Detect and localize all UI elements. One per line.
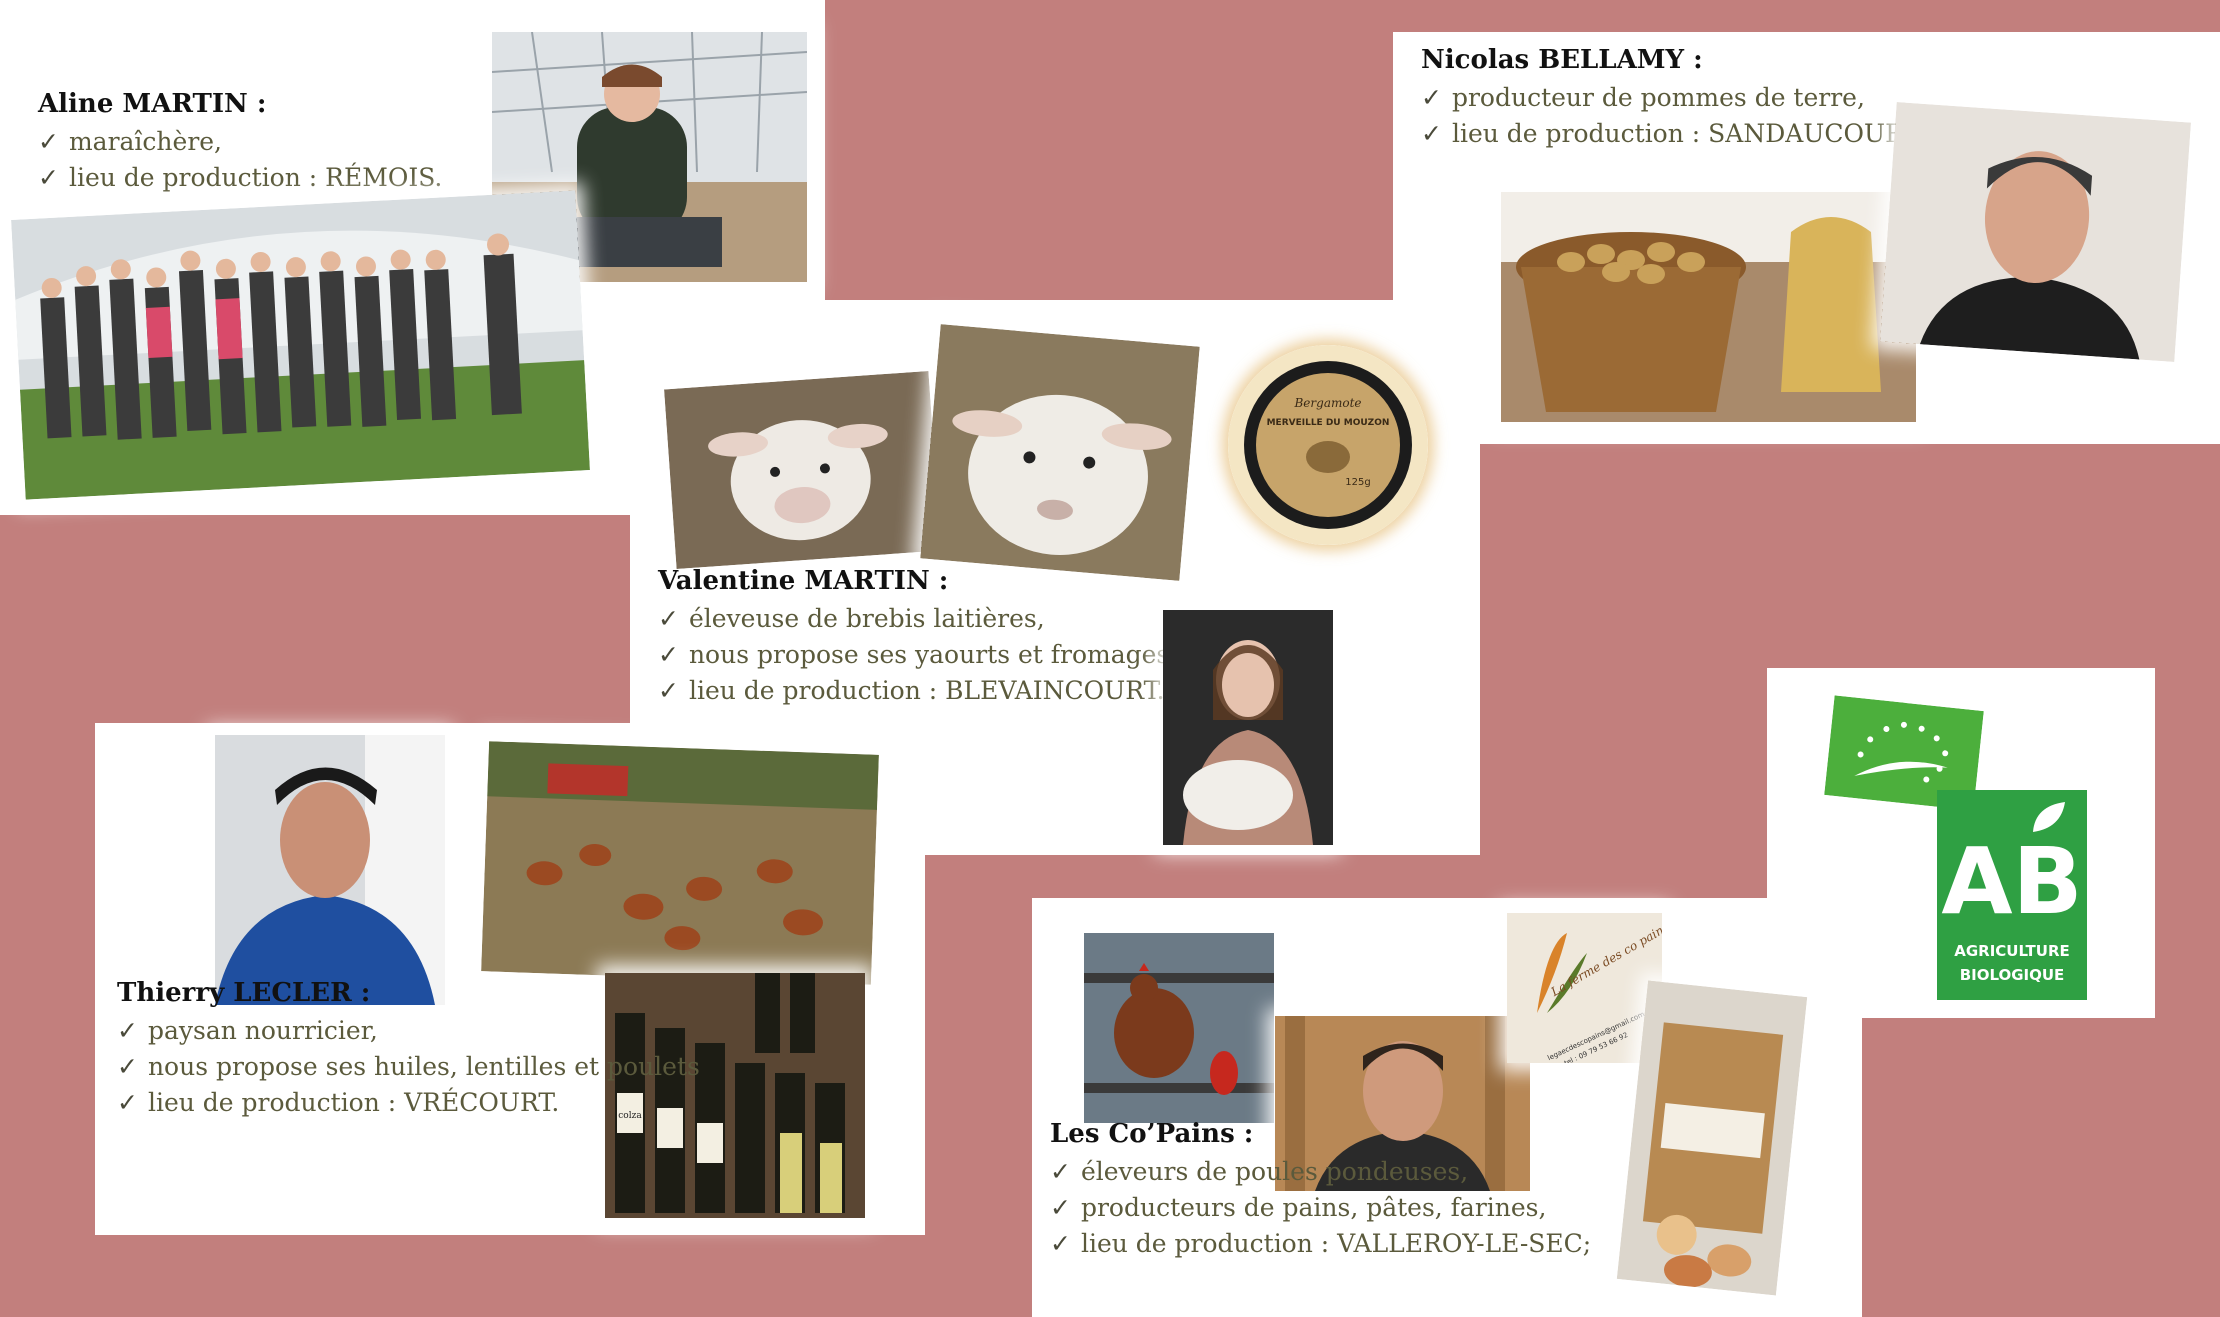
jar-line-1: Bergamote <box>1293 396 1361 410</box>
ferme-copains-logo-photo: La ferme des co pains legaecdescopains@g… <box>1507 913 1662 1063</box>
copains-text: Les Co’Pains : ✓ éleveurs de poules ponde… <box>1050 1116 1591 1262</box>
nicolas-text: Nicolas BELLAMY : ✓ producteur de pommes … <box>1421 42 1924 152</box>
thierry-text: Thierry LECLER : ✓ paysan nourricier, ✓ no… <box>117 975 700 1121</box>
check-icon: ✓ <box>658 640 679 669</box>
card-thierry-lecler: colza Thierry LECLER : ✓ paysan nourricie… <box>95 723 925 1235</box>
copains-line-3-text: lieu de production : VALLEROY-LE-SEC; <box>1080 1229 1592 1258</box>
valentine-line-2: ✓ nous propose ses yaourts et fromages, <box>658 637 1177 673</box>
valentine-line-1: ✓ éleveuse de brebis laitières, <box>658 601 1177 637</box>
ab-logo-text: AB <box>1941 828 2083 935</box>
check-icon: ✓ <box>117 1052 138 1081</box>
thierry-line-1-text: paysan nourricier, <box>147 1016 378 1045</box>
nicolas-line-1: ✓ producteur de pommes de terre, <box>1421 80 1924 116</box>
nicolas-line-2: ✓ lieu de production : SANDAUCOURT. <box>1421 116 1924 152</box>
check-icon: ✓ <box>658 604 679 633</box>
copains-name: Les Co’Pains : <box>1050 1119 1254 1149</box>
copains-line-2: ✓ producteurs de pains, pâtes, farines, <box>1050 1190 1591 1226</box>
hen-photo <box>1084 933 1274 1123</box>
potato-basket-photo <box>1501 192 1916 422</box>
valentine-text: Valentine MARTIN : ✓ éleveuse de brebis l… <box>658 563 1177 709</box>
check-icon: ✓ <box>1421 119 1442 148</box>
nicolas-line-1-text: producteur de pommes de terre, <box>1451 83 1865 112</box>
copains-line-1-text: éleveurs de poules pondeuses, <box>1080 1157 1469 1186</box>
jar-line-3: 125g <box>1345 477 1370 488</box>
aline-line-1: ✓ maraîchère, <box>38 124 442 160</box>
copains-line-3: ✓ lieu de production : VALLEROY-LE-SEC; <box>1050 1226 1591 1262</box>
aline-line-2-text: lieu de production : RÉMOIS. <box>68 163 443 192</box>
aline-name: Aline MARTIN : <box>38 89 267 119</box>
thierry-line-2-text: nous propose ses huiles, lentilles et po… <box>147 1052 700 1081</box>
valentine-lamb-photo <box>1163 610 1333 845</box>
check-icon: ✓ <box>38 163 59 192</box>
check-icon: ✓ <box>1421 83 1442 112</box>
card-les-copains: La ferme des co pains legaecdescopains@g… <box>1032 898 1862 1317</box>
cheese-jar-photo: Bergamote MERVEILLE DU MOUZON 125g <box>1228 345 1428 545</box>
check-icon: ✓ <box>117 1088 138 1117</box>
aline-line-2: ✓ lieu de production : RÉMOIS. <box>38 160 442 196</box>
check-icon: ✓ <box>38 127 59 156</box>
ab-line-1: AGRICULTURE <box>1954 942 2070 960</box>
thierry-portrait-photo <box>215 735 445 1005</box>
thierry-line-3-text: lieu de production : VRÉCOURT. <box>147 1088 560 1117</box>
valentine-line-2-text: nous propose ses yaourts et fromages, <box>688 640 1178 669</box>
group-photo <box>11 190 590 500</box>
valentine-line-1-text: éleveuse de brebis laitières, <box>688 604 1045 633</box>
jar-line-2: MERVEILLE DU MOUZON <box>1267 418 1390 428</box>
thierry-name: Thierry LECLER : <box>117 978 371 1008</box>
valentine-name: Valentine MARTIN : <box>658 566 949 596</box>
check-icon: ✓ <box>658 676 679 705</box>
aline-line-1-text: maraîchère, <box>68 127 223 156</box>
aline-text: Aline MARTIN : ✓ maraîchère, ✓ lieu de pro… <box>38 86 442 196</box>
leaf-icon <box>2029 798 2069 834</box>
sheep-photo-1 <box>664 370 941 570</box>
nicolas-portrait-photo <box>1879 102 2192 362</box>
copains-line-1: ✓ éleveurs de poules pondeuses, <box>1050 1154 1591 1190</box>
nicolas-line-2-text: lieu de production : SANDAUCOURT. <box>1451 119 1925 148</box>
check-icon: ✓ <box>1050 1157 1071 1186</box>
chickens-field-photo <box>481 741 879 985</box>
check-icon: ✓ <box>1050 1193 1071 1222</box>
pasta-bag-photo <box>1616 980 1808 1296</box>
thierry-line-3: ✓ lieu de production : VRÉCOURT. <box>117 1085 700 1121</box>
valentine-line-3: ✓ lieu de production : BLEVAINCOURT. <box>658 673 1177 709</box>
ab-line-2: BIOLOGIQUE <box>1959 966 2065 984</box>
sheep-photo-2 <box>920 324 1200 581</box>
thierry-line-1: ✓ paysan nourricier, <box>117 1013 700 1049</box>
nicolas-name: Nicolas BELLAMY : <box>1421 45 1703 75</box>
card-nicolas-bellamy: Nicolas BELLAMY : ✓ producteur de pommes … <box>1393 32 2220 444</box>
check-icon: ✓ <box>117 1016 138 1045</box>
ab-logo-icon: AB AGRICULTURE BIOLOGIQUE <box>1937 790 2087 1000</box>
copains-line-2-text: producteurs de pains, pâtes, farines, <box>1080 1193 1547 1222</box>
check-icon: ✓ <box>1050 1229 1071 1258</box>
thierry-line-2: ✓ nous propose ses huiles, lentilles et p… <box>117 1049 700 1085</box>
valentine-line-3-text: lieu de production : BLEVAINCOURT. <box>688 676 1165 705</box>
